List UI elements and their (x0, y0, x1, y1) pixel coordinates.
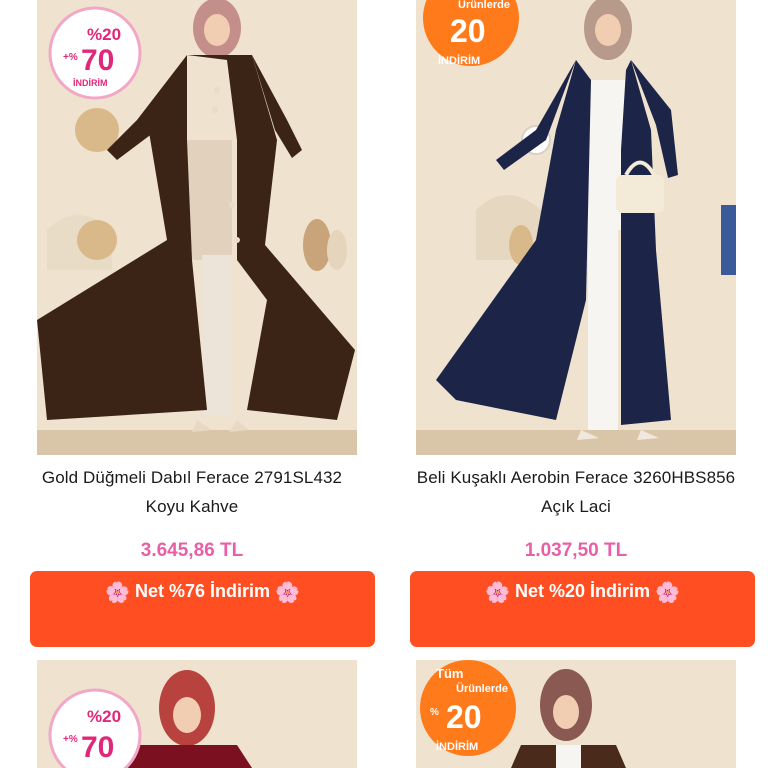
badge-bottom: İNDİRİM (73, 78, 108, 88)
flower-icon: 🌸 (485, 582, 510, 604)
badge-top: Ürünlerde (456, 682, 508, 695)
product-title-line2[interactable]: Açık Laci (384, 492, 768, 521)
product-title[interactable]: Gold Düğmeli Dabıl Ferace 2791SL432 Koyu… (0, 463, 384, 521)
product-image[interactable]: %20 +% 70 İNDİRİM (37, 0, 357, 455)
discount-label: Net %20 İndirim (514, 581, 651, 601)
badge-big: 70 (81, 44, 114, 77)
product-image[interactable]: Ürünlerde 20 İNDİRİM (416, 0, 736, 455)
product-image[interactable]: Tüm Ürünlerde % 20 İNDİRİM (416, 660, 736, 768)
badge-top: Ürünlerde (458, 0, 510, 11)
product-title[interactable]: Beli Kuşaklı Aerobin Ferace 3260HBS856 A… (384, 463, 768, 521)
badge-top: %20 (87, 707, 121, 726)
product-image[interactable]: %20 +% 70 (37, 660, 357, 768)
badge-big: 20 (450, 13, 486, 49)
discount-button[interactable]: 🌸 Net %20 İndirim 🌸 (410, 571, 755, 647)
product-price: 3.645,86 TL (140, 540, 244, 561)
badge-big: 70 (81, 731, 114, 764)
flower-icon: 🌸 (105, 582, 130, 604)
badge-pct: % (430, 707, 439, 718)
product-title-line1[interactable]: Gold Düğmeli Dabıl Ferace 2791SL432 (0, 463, 384, 492)
product-title-line1[interactable]: Beli Kuşaklı Aerobin Ferace 3260HBS856 (384, 463, 768, 492)
badge-top: %20 (87, 25, 121, 44)
badge-bottom: İNDİRİM (436, 740, 478, 753)
product-card[interactable]: Ürünlerde 20 İNDİRİM Beli Kuşaklı Aerobi… (384, 0, 768, 660)
flower-icon: 🌸 (655, 582, 680, 604)
discount-button[interactable]: 🌸 Net %76 İndirim 🌸 (30, 571, 375, 647)
product-title-line2[interactable]: Koyu Kahve (0, 492, 384, 521)
product-card[interactable]: %20 +% 70 İNDİRİM Gold Düğmeli Dabıl Fer… (0, 0, 384, 660)
badge-big: 20 (446, 699, 482, 735)
discount-label: Net %76 İndirim (134, 581, 271, 601)
badge-plus: +% (63, 52, 78, 63)
badge-plus: +% (63, 734, 78, 745)
badge-pre: Tüm (436, 666, 463, 681)
flower-icon: 🌸 (275, 582, 300, 604)
product-grid: %20 +% 70 İNDİRİM Gold Düğmeli Dabıl Fer… (0, 0, 768, 768)
product-price: 1.037,50 TL (524, 540, 628, 561)
badge-bottom: İNDİRİM (438, 54, 480, 67)
